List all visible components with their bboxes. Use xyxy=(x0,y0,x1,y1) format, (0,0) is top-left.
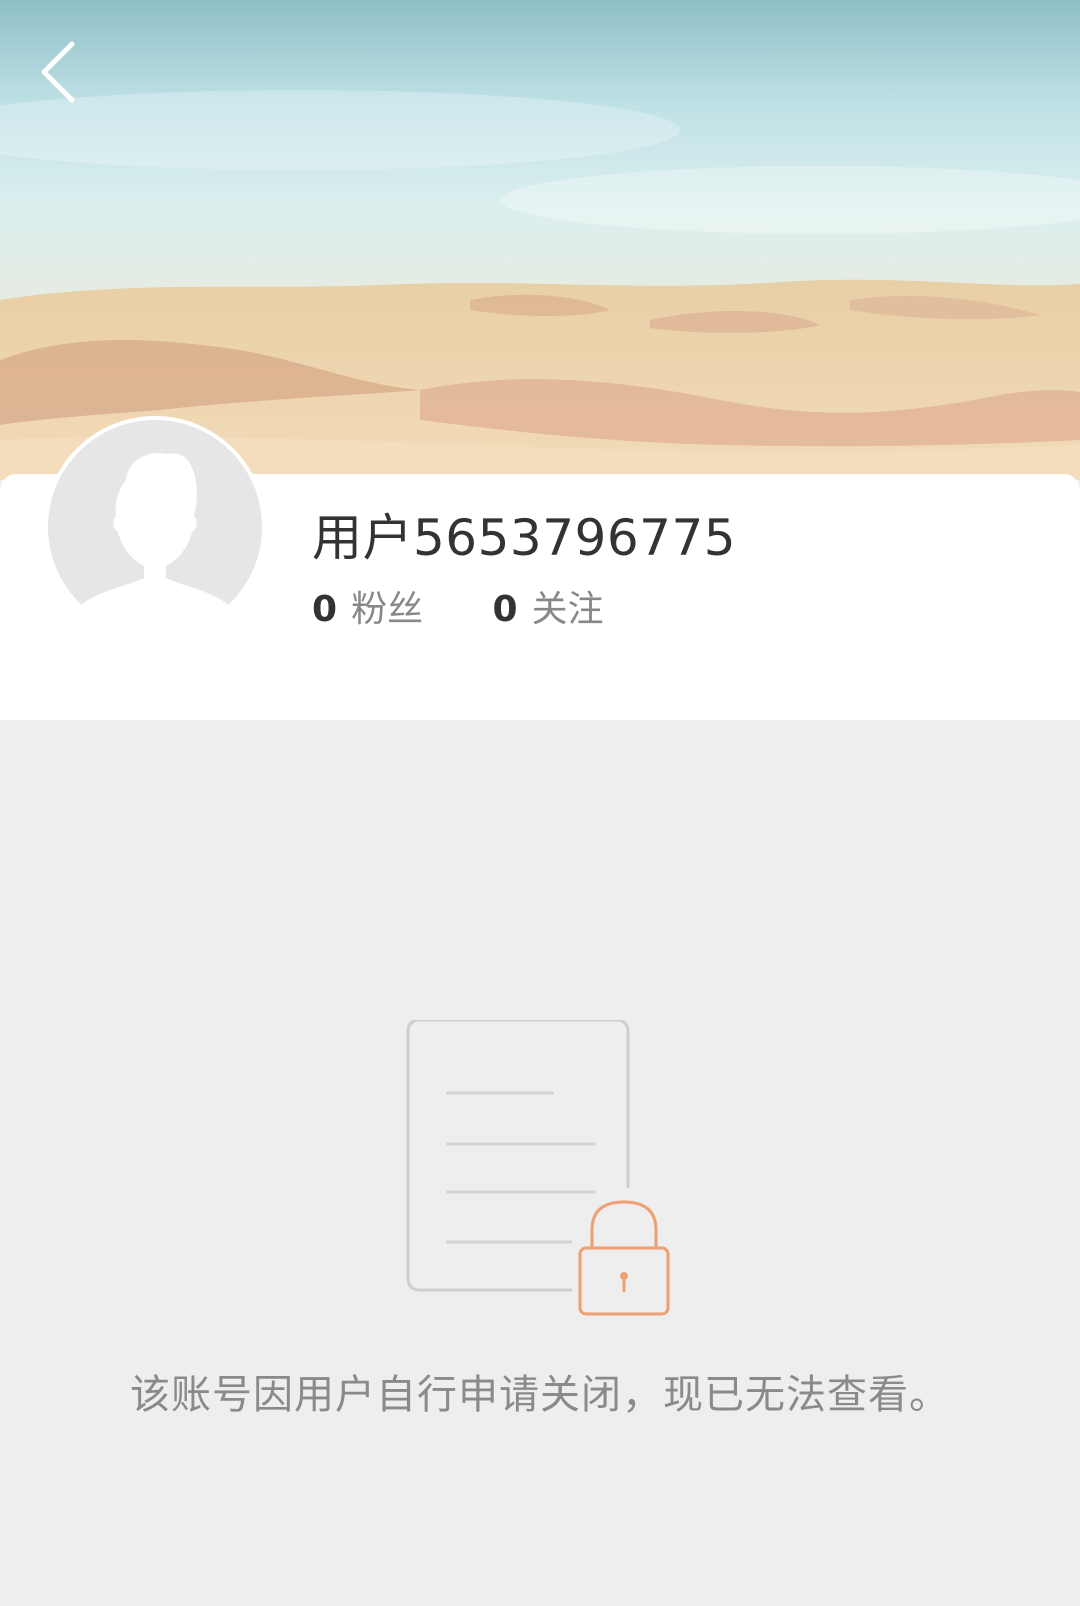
followers-count: 0 xyxy=(312,589,338,630)
locked-document-icon xyxy=(400,1018,690,1320)
avatar[interactable] xyxy=(44,416,266,638)
chevron-left-icon xyxy=(41,41,75,103)
account-closed-message: 该账号因用户自行申请关闭，现已无法查看。 xyxy=(130,1372,950,1418)
beach-sand-background xyxy=(0,0,1080,480)
default-avatar-icon xyxy=(48,420,262,634)
following-count: 0 xyxy=(492,589,518,630)
username: 用户5653796775 xyxy=(312,509,737,567)
followers-stat[interactable]: 0 粉丝 xyxy=(312,580,423,632)
profile-stats: 0 粉丝 0 关注 xyxy=(312,580,662,632)
following-stat[interactable]: 0 关注 xyxy=(493,580,604,632)
followers-label: 粉丝 xyxy=(351,589,424,630)
back-button[interactable] xyxy=(30,36,90,106)
following-label: 关注 xyxy=(531,589,604,630)
profile-cover-image xyxy=(0,0,1080,480)
